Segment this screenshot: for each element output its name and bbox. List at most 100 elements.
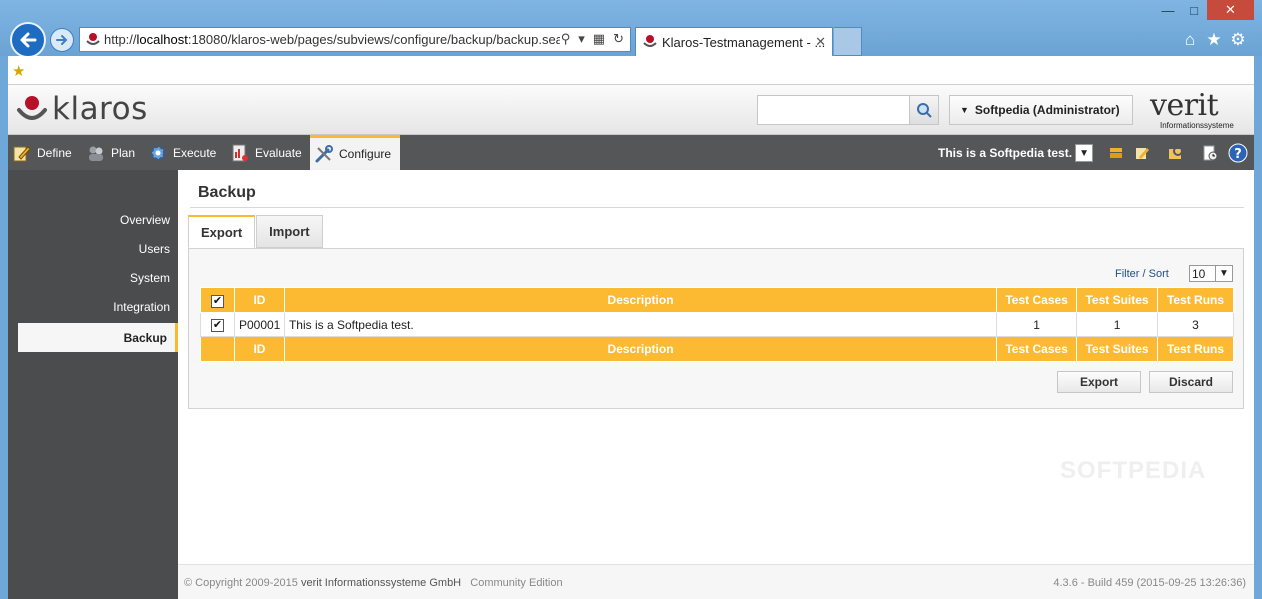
menu-plan[interactable]: Plan: [86, 135, 135, 170]
help-icon[interactable]: ?: [1228, 143, 1248, 163]
menu-configure-label: Configure: [339, 147, 392, 161]
menu-configure[interactable]: Configure: [310, 135, 400, 170]
sidebar-item-backup[interactable]: Backup: [18, 323, 178, 352]
user-name: Softpedia (Administrator): [974, 103, 1120, 117]
forward-button[interactable]: [50, 28, 74, 52]
export-button[interactable]: Export: [1057, 371, 1141, 393]
address-path: :18080/klaros-web/pages/subviews/configu…: [187, 32, 560, 47]
header-description[interactable]: Description: [283, 287, 998, 313]
table-header-row: ✔ ID Description Test Cases Test Suites …: [200, 287, 1234, 313]
company-link[interactable]: verit Informationssysteme GmbH: [301, 577, 461, 589]
footer-copyright: © Copyright 2009-2015 verit Informations…: [184, 577, 563, 589]
cell-test-runs: 3: [1157, 312, 1234, 337]
search-icon[interactable]: ⚲: [561, 31, 571, 47]
sidebar-item-users[interactable]: Users: [139, 236, 170, 262]
edition-text: Community Edition: [470, 577, 563, 589]
tab-import[interactable]: Import: [256, 215, 323, 248]
footer-test-suites: Test Suites: [1076, 336, 1159, 362]
sidebar-item-overview[interactable]: Overview: [120, 207, 170, 233]
magnifier-icon: [917, 103, 932, 118]
arrow-left-icon: [20, 32, 37, 48]
minimize-icon[interactable]: —: [1155, 0, 1181, 20]
version-text: 4.3.6 - Build 459 (2015-09-25 13:26:36): [1053, 577, 1246, 589]
app-header: klaros ▼ Softpedia (Administrator) verit…: [8, 85, 1254, 135]
favorites-star-icon[interactable]: ★: [1204, 30, 1224, 50]
clock-document-icon[interactable]: [1200, 143, 1220, 163]
chevron-down-icon: ▼: [1215, 266, 1232, 281]
plan-users-icon: [86, 143, 106, 163]
browser-tab[interactable]: Klaros-Testmanagement - ... ✕: [635, 27, 833, 56]
klaros-favicon-icon: [643, 35, 657, 47]
dropdown-icon[interactable]: ▾: [578, 31, 585, 47]
search-button[interactable]: [909, 95, 939, 125]
address-text: http://localhost:18080/klaros-web/pages/…: [104, 32, 560, 47]
page-size-select[interactable]: 10 ▼: [1189, 265, 1233, 282]
chevron-down-icon: ▼: [1075, 144, 1094, 162]
search-input[interactable]: [757, 95, 910, 125]
footer-empty-cell: [200, 336, 235, 362]
edit-icon[interactable]: [1132, 143, 1152, 163]
menu-define[interactable]: Define: [12, 135, 72, 170]
gear-icon[interactable]: ⚙: [1228, 30, 1248, 50]
sidebar-item-integration[interactable]: Integration: [113, 294, 170, 320]
tab-export[interactable]: Export: [188, 215, 256, 248]
footer-test-runs: Test Runs: [1157, 336, 1234, 362]
maximize-icon[interactable]: □: [1181, 0, 1207, 20]
table-footer-row: ID Description Test Cases Test Suites Te…: [200, 336, 1234, 362]
favorites-bar: ★: [8, 56, 1254, 85]
address-prefix: http://: [104, 32, 137, 47]
page-title: Backup: [198, 184, 256, 201]
discard-button[interactable]: Discard: [1149, 371, 1233, 393]
menu-execute[interactable]: Execute: [148, 135, 216, 170]
compatibility-icon[interactable]: ▦: [593, 31, 605, 47]
define-pencil-icon: [12, 143, 32, 163]
menu-define-label: Define: [37, 145, 72, 160]
menu-plan-label: Plan: [111, 145, 136, 160]
main-menu: Define Plan Execute Evaluate Configure T…: [8, 135, 1254, 170]
header-test-suites[interactable]: Test Suites: [1076, 287, 1159, 313]
user-menu[interactable]: ▼ Softpedia (Administrator): [949, 95, 1133, 125]
address-bar[interactable]: http://localhost:18080/klaros-web/pages/…: [79, 27, 631, 52]
add-favorite-icon[interactable]: ★: [12, 62, 25, 80]
menu-execute-label: Execute: [173, 145, 217, 160]
select-all-checkbox[interactable]: ✔: [210, 294, 224, 308]
klaros-app: klaros ▼ Softpedia (Administrator) verit…: [8, 85, 1254, 599]
close-tab-icon[interactable]: ✕: [815, 34, 826, 50]
refresh-icon[interactable]: ↻: [613, 31, 624, 47]
close-window-icon[interactable]: ✕: [1207, 0, 1254, 20]
header-test-cases[interactable]: Test Cases: [996, 287, 1078, 313]
row-select-cell: ✔: [200, 312, 235, 337]
filter-sort-link[interactable]: Filter / Sort: [1115, 268, 1169, 280]
row-checkbox[interactable]: ✔: [210, 319, 224, 332]
table-row[interactable]: ✔ P00001 This is a Softpedia test. 1 1 3: [200, 312, 1234, 337]
project-select-label: This is a Softpedia test.: [938, 146, 1073, 160]
page-size-value: 10: [1192, 266, 1206, 281]
header-test-runs[interactable]: Test Runs: [1157, 287, 1234, 313]
browser-titlebar: — □ ✕ http://localhost:18080/klaros-web/…: [0, 0, 1262, 58]
cell-description: This is a Softpedia test.: [283, 312, 998, 337]
home-icon[interactable]: ⌂: [1180, 30, 1200, 50]
klaros-logo[interactable]: klaros: [16, 91, 148, 127]
tab-title: Klaros-Testmanagement - ...: [662, 34, 826, 50]
back-button[interactable]: [10, 22, 46, 58]
caret-down-icon: ▼: [960, 105, 969, 115]
evaluate-report-icon: [230, 143, 250, 163]
header-id[interactable]: ID: [233, 287, 285, 313]
execute-gear-icon: [148, 143, 168, 163]
page-footer: © Copyright 2009-2015 verit Informations…: [178, 564, 1254, 599]
new-tab-button[interactable]: [834, 27, 862, 56]
search-folder-icon[interactable]: [1166, 143, 1186, 163]
menu-evaluate[interactable]: Evaluate: [230, 135, 302, 170]
sidebar: Overview Users System Integration Backup: [8, 170, 178, 599]
klaros-logo-icon: [17, 96, 47, 120]
archive-icon[interactable]: [1106, 143, 1126, 163]
menu-evaluate-label: Evaluate: [255, 145, 302, 160]
cell-test-suites: 1: [1076, 312, 1159, 337]
sidebar-item-system[interactable]: System: [130, 265, 170, 291]
footer-test-cases: Test Cases: [996, 336, 1078, 362]
divider: [190, 207, 1244, 208]
verit-logo-text: verit: [1150, 88, 1219, 123]
address-host: localhost: [136, 32, 188, 47]
project-select[interactable]: This is a Softpedia test. ▼: [938, 143, 1094, 163]
svg-text:?: ?: [1234, 147, 1242, 162]
